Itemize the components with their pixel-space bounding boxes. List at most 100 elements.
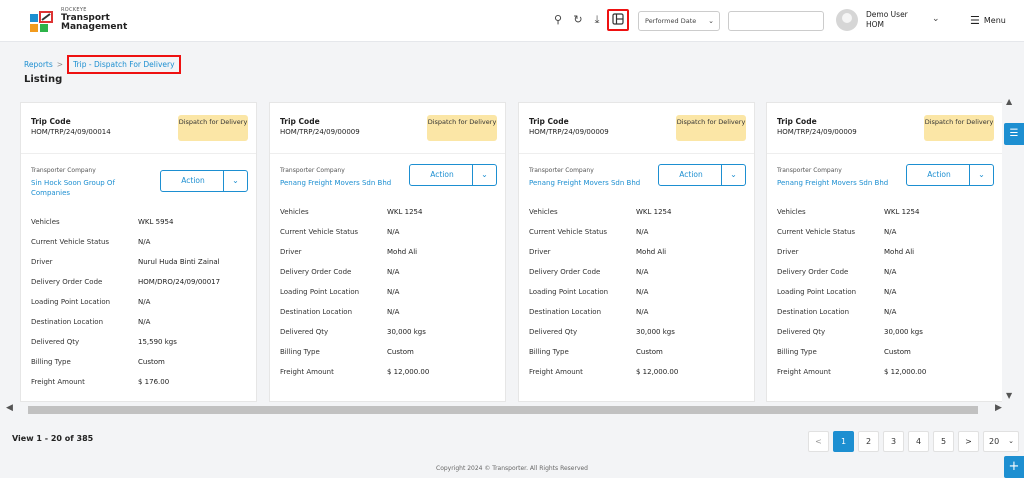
card-field-row: Freight Amount $ 12,000.00 bbox=[529, 362, 749, 382]
card-fields: Vehicles WKL 1254 Current Vehicle Status N/… bbox=[529, 202, 749, 382]
card-field-row: Driver Mohd Ali bbox=[280, 242, 500, 262]
action-button[interactable]: Action ⌄ bbox=[658, 164, 746, 186]
chevron-down-icon[interactable]: ⌄ bbox=[932, 14, 940, 24]
field-label: Driver bbox=[31, 258, 53, 266]
field-value: Custom bbox=[884, 348, 911, 356]
card-field-row: Delivery Order Code N/A bbox=[777, 262, 997, 282]
field-value: $ 12,000.00 bbox=[884, 368, 927, 376]
refresh-icon[interactable]: ↻ bbox=[571, 13, 585, 27]
trip-code-label: Trip Code bbox=[529, 117, 569, 126]
breadcrumb-current[interactable]: Trip - Dispatch For Delivery bbox=[67, 55, 181, 74]
date-filter-value: Performed Date bbox=[645, 17, 697, 25]
field-label: Billing Type bbox=[529, 348, 569, 356]
transporter-link[interactable]: Sin Hock Soon Group Of Companies bbox=[31, 178, 151, 198]
breadcrumb-reports[interactable]: Reports bbox=[24, 60, 53, 69]
card-field-row: Destination Location N/A bbox=[777, 302, 997, 322]
field-value: Nurul Huda Binti Zainal bbox=[138, 258, 220, 266]
scroll-left-icon[interactable]: ◀ bbox=[6, 403, 13, 413]
brand-line2: Management bbox=[61, 22, 128, 33]
page-size-select[interactable]: 20 ⌄ bbox=[983, 431, 1019, 452]
field-value: 30,000 kgs bbox=[636, 328, 675, 336]
trip-code-label: Trip Code bbox=[777, 117, 817, 126]
next-page-button[interactable]: > bbox=[958, 431, 979, 452]
card-fields: Vehicles WKL 1254 Current Vehicle Status N/… bbox=[777, 202, 997, 382]
action-button[interactable]: Action ⌄ bbox=[160, 170, 248, 192]
field-value: $ 12,000.00 bbox=[636, 368, 679, 376]
scroll-up-icon[interactable]: ▲ bbox=[1006, 97, 1012, 106]
transporter-label: Transporter Company bbox=[280, 167, 345, 174]
page-button[interactable]: 3 bbox=[883, 431, 904, 452]
column-layout-icon[interactable] bbox=[607, 9, 629, 31]
field-value: N/A bbox=[138, 238, 151, 246]
card-field-row: Destination Location N/A bbox=[529, 302, 749, 322]
filter-panel-toggle[interactable]: ☰ bbox=[1004, 123, 1024, 145]
field-label: Loading Point Location bbox=[31, 298, 111, 306]
action-label: Action bbox=[181, 176, 205, 185]
card-field-row: Vehicles WKL 1254 bbox=[280, 202, 500, 222]
field-label: Vehicles bbox=[280, 208, 309, 216]
transporter-label: Transporter Company bbox=[529, 167, 594, 174]
card-field-row: Delivery Order Code HOM/DRO/24/09/00017 bbox=[31, 272, 251, 292]
trip-card: Trip Code HOM/TRP/24/09/00009 Dispatch f… bbox=[766, 102, 1002, 402]
transporter-link[interactable]: Penang Freight Movers Sdn Bhd bbox=[777, 178, 917, 188]
date-filter-select[interactable]: Performed Date ⌄ bbox=[638, 11, 720, 31]
chevron-down-icon[interactable]: ⌄ bbox=[472, 165, 496, 185]
page-button[interactable]: 2 bbox=[858, 431, 879, 452]
user-info[interactable]: Demo User HOM bbox=[866, 10, 908, 30]
field-value: N/A bbox=[636, 228, 649, 236]
search-icon[interactable]: ⚲ bbox=[551, 13, 565, 27]
chevron-down-icon[interactable]: ⌄ bbox=[969, 165, 993, 185]
field-label: Destination Location bbox=[280, 308, 352, 316]
add-button[interactable]: + bbox=[1004, 456, 1024, 478]
chevron-down-icon[interactable]: ⌄ bbox=[721, 165, 745, 185]
field-label: Billing Type bbox=[280, 348, 320, 356]
field-label: Freight Amount bbox=[31, 378, 85, 386]
field-label: Current Vehicle Status bbox=[31, 238, 110, 246]
scrollbar-thumb[interactable] bbox=[28, 406, 978, 414]
field-label: Delivered Qty bbox=[31, 338, 80, 346]
scroll-down-icon[interactable]: ▼ bbox=[1006, 391, 1012, 400]
action-button[interactable]: Action ⌄ bbox=[906, 164, 994, 186]
field-label: Current Vehicle Status bbox=[280, 228, 359, 236]
cards-container: Trip Code HOM/TRP/24/09/00014 Dispatch f… bbox=[20, 102, 1002, 402]
horizontal-scrollbar[interactable]: ◀ ▶ bbox=[0, 403, 1024, 417]
card-field-row: Current Vehicle Status N/A bbox=[777, 222, 997, 242]
field-label: Destination Location bbox=[31, 318, 103, 326]
logo-icon bbox=[30, 11, 53, 32]
trip-card: Trip Code HOM/TRP/24/09/00009 Dispatch f… bbox=[518, 102, 755, 402]
plus-icon: + bbox=[1008, 459, 1020, 474]
field-label: Vehicles bbox=[31, 218, 60, 226]
field-label: Delivery Order Code bbox=[529, 268, 601, 276]
page-button[interactable]: 1 bbox=[833, 431, 854, 452]
status-badge: Dispatch for Delivery bbox=[924, 115, 994, 141]
field-value: HOM/DRO/24/09/00017 bbox=[138, 278, 221, 286]
download-icon[interactable]: ⤓ bbox=[590, 13, 604, 27]
menu-button[interactable]: ☰ Menu bbox=[970, 14, 1006, 27]
field-value: N/A bbox=[387, 268, 400, 276]
card-field-row: Loading Point Location N/A bbox=[529, 282, 749, 302]
transporter-link[interactable]: Penang Freight Movers Sdn Bhd bbox=[529, 178, 669, 188]
page-button[interactable]: 5 bbox=[933, 431, 954, 452]
field-label: Loading Point Location bbox=[777, 288, 857, 296]
action-label: Action bbox=[679, 170, 703, 179]
field-value: N/A bbox=[636, 288, 649, 296]
trip-code-value: HOM/TRP/24/09/00009 bbox=[280, 128, 360, 136]
scroll-right-icon[interactable]: ▶ bbox=[995, 403, 1002, 413]
field-value: N/A bbox=[387, 308, 400, 316]
card-field-row: Loading Point Location N/A bbox=[777, 282, 997, 302]
field-value: Mohd Ali bbox=[636, 248, 667, 256]
page-button[interactable]: 4 bbox=[908, 431, 929, 452]
search-input[interactable] bbox=[728, 11, 824, 31]
prev-page-button[interactable]: < bbox=[808, 431, 829, 452]
action-button[interactable]: Action ⌄ bbox=[409, 164, 497, 186]
pagination: < 1 2 3 4 5 > 20 ⌄ bbox=[808, 431, 1019, 453]
field-label: Vehicles bbox=[777, 208, 806, 216]
avatar[interactable] bbox=[836, 9, 858, 31]
field-value: 30,000 kgs bbox=[387, 328, 426, 336]
trip-code-label: Trip Code bbox=[280, 117, 320, 126]
trip-code-value: HOM/TRP/24/09/00014 bbox=[31, 128, 111, 136]
field-label: Loading Point Location bbox=[280, 288, 360, 296]
chevron-down-icon[interactable]: ⌄ bbox=[223, 171, 247, 191]
transporter-link[interactable]: Penang Freight Movers Sdn Bhd bbox=[280, 178, 420, 188]
status-badge: Dispatch for Delivery bbox=[178, 115, 248, 141]
